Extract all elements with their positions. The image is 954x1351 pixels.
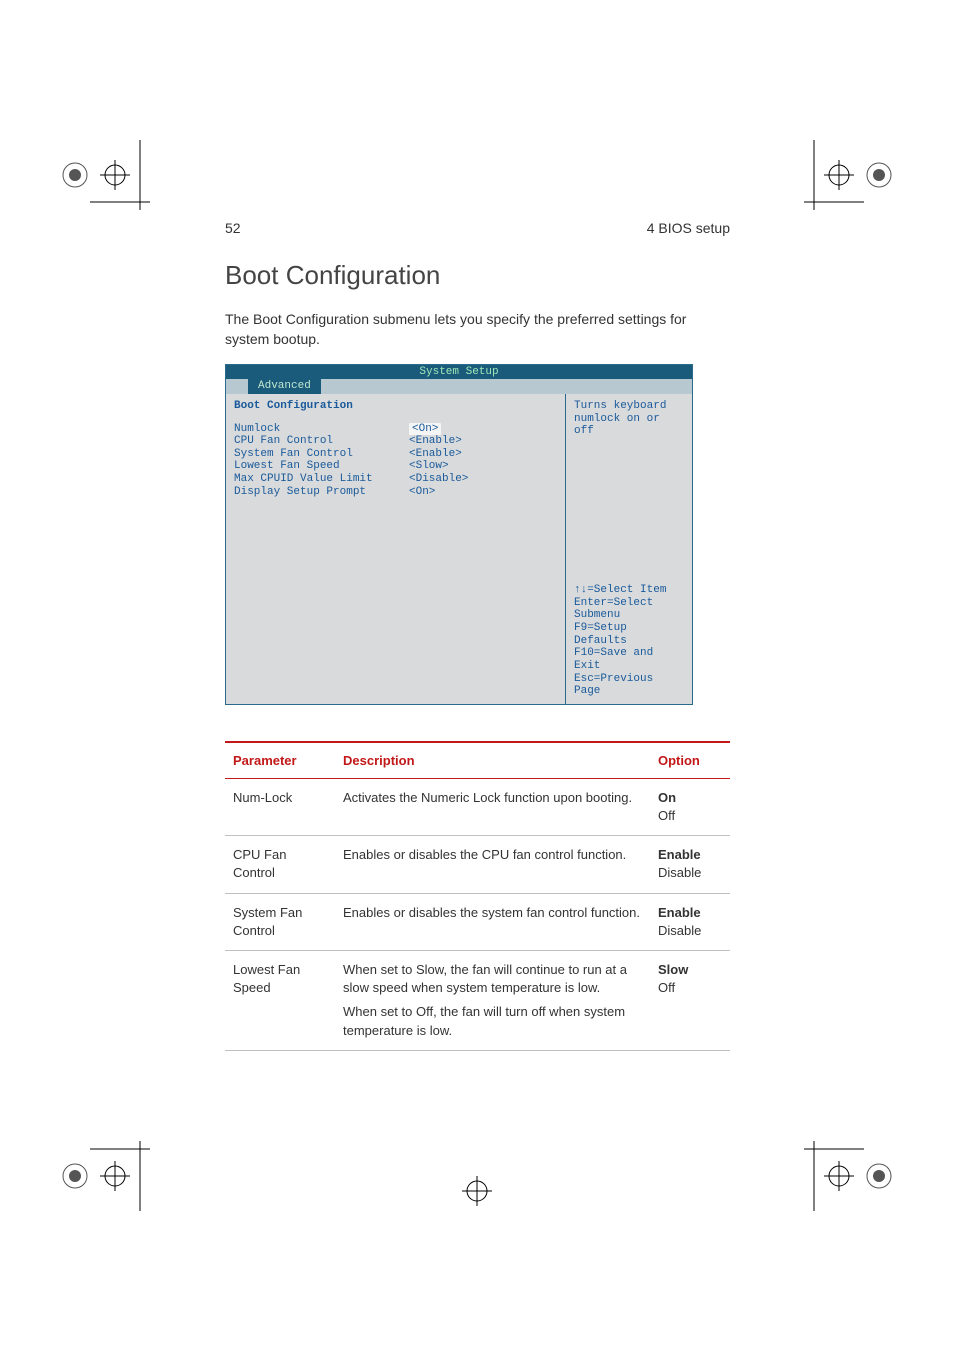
bios-setting-value: <Slow>	[409, 460, 449, 473]
bios-setting-label: Max CPUID Value Limit	[234, 473, 409, 486]
bios-help-panel: Turns keyboard numlock on or off ↑↓=Sele…	[566, 394, 692, 704]
cell-description: Enables or disables the CPU fan control …	[335, 836, 650, 893]
page-number: 52	[225, 220, 241, 236]
bios-setting-row: Max CPUID Value Limit<Disable>	[234, 473, 557, 486]
bios-setting-row: CPU Fan Control<Enable>	[234, 435, 557, 448]
running-header: 52 4 BIOS setup	[225, 220, 730, 236]
table-row: Lowest Fan SpeedWhen set to Slow, the fa…	[225, 951, 730, 1051]
intro-paragraph: The Boot Configuration submenu lets you …	[225, 309, 730, 350]
crop-mark-bottom-left	[60, 1141, 150, 1211]
bios-main-panel: Boot Configuration Numlock<On>CPU Fan Co…	[226, 394, 566, 704]
cell-parameter: System Fan Control	[225, 893, 335, 950]
cell-description: Activates the Numeric Lock function upon…	[335, 778, 650, 835]
bios-setting-label: CPU Fan Control	[234, 435, 409, 448]
bios-key-hint: F10=Save and Exit	[574, 647, 684, 672]
table-row: Num-LockActivates the Numeric Lock funct…	[225, 778, 730, 835]
bios-key-hint: Esc=Previous Page	[574, 673, 684, 698]
bios-key-hint: ↑↓=Select Item	[574, 584, 684, 597]
bios-window-title: System Setup	[226, 365, 692, 380]
crop-mark-bottom-right	[804, 1141, 894, 1211]
bios-setting-label: Lowest Fan Speed	[234, 460, 409, 473]
parameter-table: Parameter Description Option Num-LockAct…	[225, 741, 730, 1051]
bios-setting-value: <Enable>	[409, 448, 462, 461]
col-header-description: Description	[335, 742, 650, 779]
col-header-parameter: Parameter	[225, 742, 335, 779]
cell-description: Enables or disables the system fan contr…	[335, 893, 650, 950]
cell-option: EnableDisable	[650, 836, 730, 893]
cell-option: OnOff	[650, 778, 730, 835]
bios-setting-row: Display Setup Prompt<On>	[234, 486, 557, 499]
cell-option: EnableDisable	[650, 893, 730, 950]
cell-parameter: Lowest Fan Speed	[225, 951, 335, 1051]
crop-mark-bottom-center	[457, 1171, 497, 1211]
bios-help-text: Turns keyboard numlock on or off	[574, 400, 684, 438]
bios-setting-value: <Disable>	[409, 473, 468, 486]
col-header-option: Option	[650, 742, 730, 779]
crop-mark-top-right	[804, 140, 894, 210]
bios-key-hint: Enter=Select Submenu	[574, 597, 684, 622]
bios-key-hint: F9=Setup Defaults	[574, 622, 684, 647]
bios-setting-row: Lowest Fan Speed<Slow>	[234, 460, 557, 473]
bios-key-hints: ↑↓=Select ItemEnter=Select SubmenuF9=Set…	[574, 584, 684, 698]
cell-parameter: CPU Fan Control	[225, 836, 335, 893]
bios-setting-value: <On>	[409, 423, 441, 436]
bios-setting-label: Display Setup Prompt	[234, 486, 409, 499]
bios-setting-row: Numlock<On>	[234, 423, 557, 436]
crop-mark-top-left	[60, 140, 150, 210]
page-title: Boot Configuration	[225, 260, 730, 291]
cell-option: SlowOff	[650, 951, 730, 1051]
page-content: 52 4 BIOS setup Boot Configuration The B…	[225, 220, 730, 1051]
table-row: System Fan ControlEnables or disables th…	[225, 893, 730, 950]
cell-parameter: Num-Lock	[225, 778, 335, 835]
table-row: CPU Fan ControlEnables or disables the C…	[225, 836, 730, 893]
bios-setting-label: Numlock	[234, 423, 409, 436]
bios-tab-advanced: Advanced	[248, 379, 321, 394]
bios-setting-row: System Fan Control<Enable>	[234, 448, 557, 461]
bios-section-heading: Boot Configuration	[234, 400, 557, 413]
chapter-label: 4 BIOS setup	[647, 220, 730, 236]
bios-setting-value: <Enable>	[409, 435, 462, 448]
bios-setting-value: <On>	[409, 486, 435, 499]
bios-setting-label: System Fan Control	[234, 448, 409, 461]
cell-description: When set to Slow, the fan will continue …	[335, 951, 650, 1051]
bios-menubar: Advanced	[226, 379, 692, 394]
bios-screenshot: System Setup Advanced Boot Configuration…	[225, 364, 693, 705]
